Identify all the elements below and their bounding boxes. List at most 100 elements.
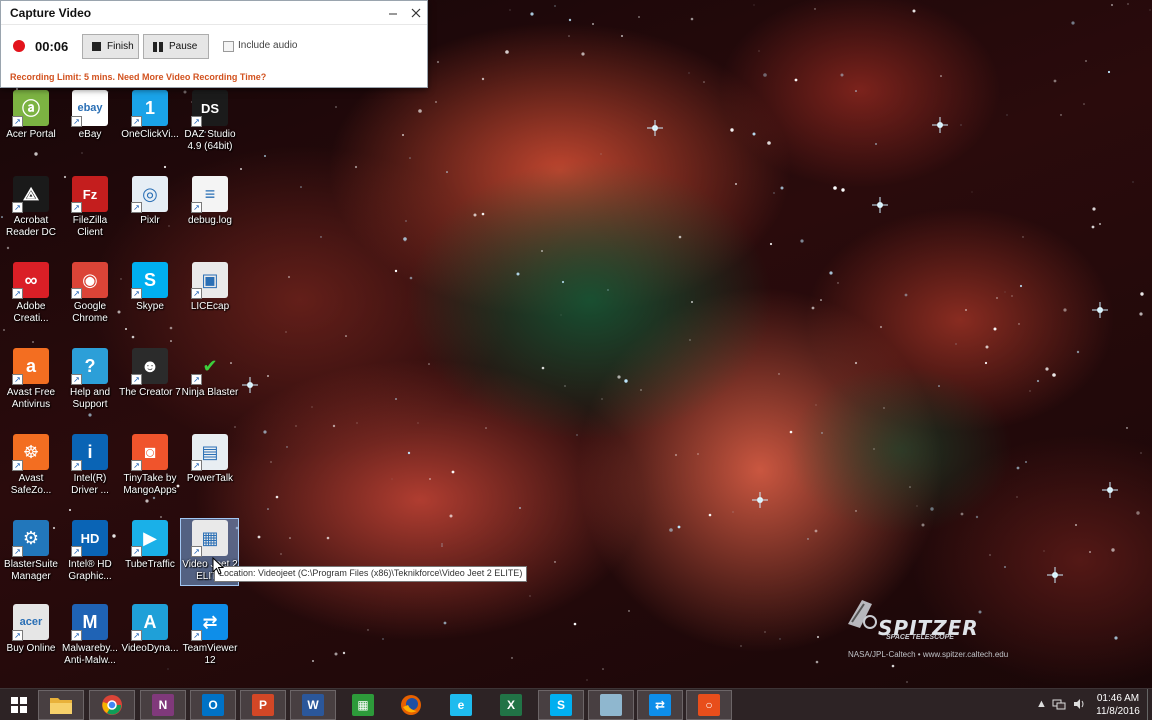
- desktop-icon-label: Ninja Blaster: [181, 387, 239, 398]
- desktop-icon-filezilla[interactable]: Fz ↗ FileZilla Client: [59, 176, 121, 239]
- desktop-icon-label: eBay: [78, 129, 102, 140]
- desktop-icon-label: TubeTraffic: [125, 559, 175, 570]
- shortcut-arrow-icon: ↗: [191, 546, 202, 557]
- shortcut-arrow-icon: ↗: [12, 460, 23, 471]
- word-icon: W: [302, 694, 324, 716]
- system-clock[interactable]: 01:46 AM 11/8/2016: [1093, 692, 1143, 718]
- shortcut-arrow-icon: ↗: [131, 460, 142, 471]
- desktop-icon-daz-studio[interactable]: DS ↗ DAZ Studio 4.9 (64bit): [179, 90, 241, 153]
- intel-driver-icon: i ↗: [71, 434, 108, 471]
- app-window-icon: [600, 694, 622, 716]
- taskbar-outlook[interactable]: O: [190, 690, 236, 720]
- blastersuite-icon: ⚙ ↗: [12, 520, 49, 557]
- skype-icon: S: [550, 694, 572, 716]
- desktop-icon-acrobat[interactable]: ⟁ ↗ Acrobat Reader DC: [0, 176, 62, 239]
- taskbar-word[interactable]: W: [290, 690, 336, 720]
- desktop-icon-creator[interactable]: ☻ ↗ The Creator 7: [119, 348, 181, 399]
- taskbar-skype[interactable]: S: [538, 690, 584, 720]
- shortcut-arrow-icon: ↗: [71, 374, 82, 385]
- network-icon[interactable]: [1052, 697, 1066, 711]
- show-hidden-icons-icon[interactable]: ▲: [1036, 698, 1047, 710]
- excel-icon: X: [500, 694, 522, 716]
- desktop-icon-intel-driver[interactable]: i ↗ Intel(R) Driver ...: [59, 434, 121, 497]
- pixlr-icon: ◎ ↗: [131, 176, 168, 213]
- recording-limit-link[interactable]: Recording Limit: 5 mins. Need More Video…: [10, 72, 266, 82]
- capture-window-titlebar[interactable]: Capture Video: [1, 1, 427, 25]
- desktop-icon-avast[interactable]: a ↗ Avast Free Antivirus: [0, 348, 62, 411]
- taskbar-internet-explorer[interactable]: e: [438, 690, 484, 720]
- desktop-icon-acer-portal[interactable]: ⓐ ↗ Acer Portal: [0, 90, 62, 141]
- volume-icon[interactable]: [1072, 697, 1086, 711]
- desktop-icon-help[interactable]: ? ↗ Help and Support: [59, 348, 121, 411]
- desktop-icon-label: VideoDyna...: [121, 643, 179, 654]
- capture-window-title: Capture Video: [10, 6, 92, 20]
- desktop-icon-tinytake[interactable]: ◙ ↗ TinyTake by MangoApps: [119, 434, 181, 497]
- shortcut-arrow-icon: ↗: [12, 630, 23, 641]
- desktop-icon-ninja-blaster[interactable]: ✔ ↗ Ninja Blaster: [179, 348, 241, 399]
- creator-icon: ☻ ↗: [131, 348, 168, 385]
- shortcut-arrow-icon: ↗: [191, 374, 202, 385]
- taskbar-powerpoint[interactable]: P: [240, 690, 286, 720]
- taskbar-chrome[interactable]: [89, 690, 135, 720]
- desktop-icon-label: The Creator 7: [119, 387, 181, 398]
- shortcut-arrow-icon: ↗: [12, 116, 23, 127]
- taskbar: N O P W ▦ e X S ⇄ ○ ▲ 01:46 AM 11/8/2016: [0, 688, 1152, 720]
- spitzer-logo: SPITZER SPACE TELESCOPE: [842, 590, 1017, 641]
- desktop-icon-intel-hd[interactable]: HD ↗ Intel® HD Graphic...: [59, 520, 121, 583]
- desktop-icon-videodyna[interactable]: A ↗ VideoDyna...: [119, 604, 181, 655]
- taskbar-teamviewer[interactable]: ⇄: [637, 690, 683, 720]
- clock-time: 01:46 AM: [1096, 693, 1140, 704]
- start-button[interactable]: [0, 690, 38, 720]
- desktop-icon-licecap[interactable]: ▣ ↗ LICEcap: [179, 262, 241, 313]
- shortcut-arrow-icon: ↗: [191, 630, 202, 641]
- desktop-icon-skype[interactable]: S ↗ Skype: [119, 262, 181, 313]
- desktop-icon-label: Intel® HD Graphic...: [68, 559, 112, 582]
- include-audio-checkbox[interactable]: [223, 41, 234, 52]
- desktop-icon-label: Buy Online: [6, 643, 56, 654]
- desktop-icon-buy-online[interactable]: acer ↗ Buy Online: [0, 604, 62, 655]
- buy-online-icon: acer ↗: [12, 604, 49, 641]
- desktop-icon-label: PowerTalk: [186, 473, 234, 484]
- desktop-icon-label: TeamViewer 12: [182, 643, 238, 666]
- taskbar-onenote[interactable]: N: [140, 690, 186, 720]
- pause-button[interactable]: Pause: [143, 34, 209, 59]
- tinytake-icon: ◙ ↗: [131, 434, 168, 471]
- windows-logo-icon: [11, 697, 27, 713]
- teamviewer-icon: ⇄: [649, 694, 671, 716]
- include-audio-label[interactable]: Include audio: [238, 40, 298, 51]
- desktop-icon-pixlr[interactable]: ◎ ↗ Pixlr: [119, 176, 181, 227]
- desktop-icon-oneclickvideo[interactable]: 1 ↗ OneClickVi...: [119, 90, 181, 141]
- desktop-icon-powertalk[interactable]: ▤ ↗ PowerTalk: [179, 434, 241, 485]
- show-desktop-button[interactable]: [1147, 689, 1152, 720]
- desktop-icon-ebay[interactable]: ebay ↗ eBay: [59, 90, 121, 141]
- desktop-icon-label: Skype: [136, 301, 164, 312]
- oneclickvideo-icon: 1 ↗: [131, 90, 168, 127]
- shortcut-arrow-icon: ↗: [191, 460, 202, 471]
- videodyna-icon: A ↗: [131, 604, 168, 641]
- desktop-icon-chrome[interactable]: ◉ ↗ Google Chrome: [59, 262, 121, 325]
- desktop-icon-blastersuite[interactable]: ⚙ ↗ BlasterSuite Manager: [0, 520, 62, 583]
- store-icon: ▦: [352, 694, 374, 716]
- desktop-icon-tubetraffic[interactable]: ▶ ↗ TubeTraffic: [119, 520, 181, 571]
- finish-button[interactable]: Finish: [82, 34, 139, 59]
- taskbar-firefox[interactable]: [388, 690, 434, 720]
- shortcut-arrow-icon: ↗: [71, 116, 82, 127]
- desktop-icon-label: Pixlr: [140, 215, 160, 226]
- close-icon[interactable]: [405, 3, 427, 23]
- desktop-icon-malwarebytes[interactable]: M ↗ Malwareby... Anti-Malw...: [59, 604, 121, 667]
- taskbar-excel[interactable]: X: [488, 690, 534, 720]
- chrome-icon: ◉ ↗: [71, 262, 108, 299]
- taskbar-file-explorer[interactable]: [38, 690, 84, 720]
- recording-indicator-icon: [13, 40, 25, 52]
- recording-timer: 00:06: [35, 39, 69, 54]
- desktop-icon-teamviewer[interactable]: ⇄ ↗ TeamViewer 12: [179, 604, 241, 667]
- taskbar-store[interactable]: ▦: [340, 690, 386, 720]
- minimize-icon[interactable]: [381, 3, 405, 23]
- desktop-icon-avast-safezone[interactable]: ☸ ↗ Avast SafeZo...: [0, 434, 62, 497]
- desktop-icon-text-file[interactable]: ≡ ↗ debug.log: [179, 176, 241, 227]
- capture-video-window: Capture Video 00:06 Finish Pause Include…: [0, 0, 428, 88]
- desktop-icon-adobe-cc[interactable]: ∞ ↗ Adobe Creati...: [0, 262, 62, 325]
- taskbar-recorder[interactable]: ○: [686, 690, 732, 720]
- taskbar-app-window[interactable]: [588, 690, 634, 720]
- shortcut-arrow-icon: ↗: [71, 202, 82, 213]
